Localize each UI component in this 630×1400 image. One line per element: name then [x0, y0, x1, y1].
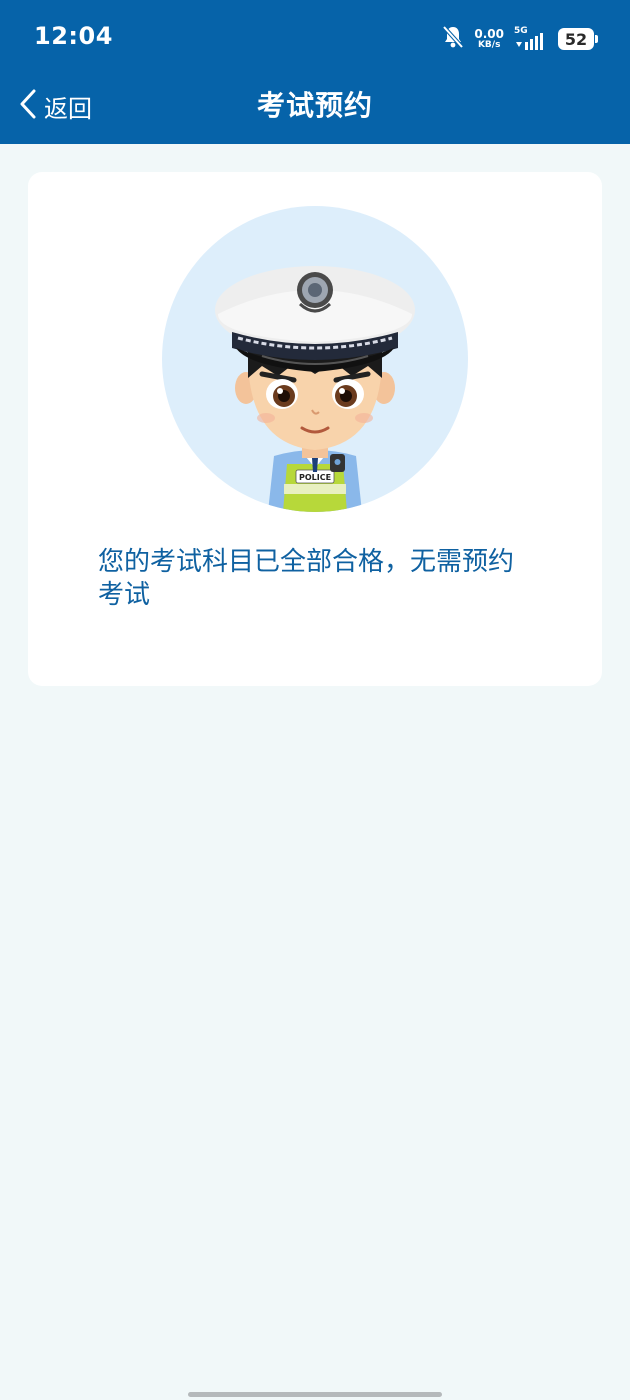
- status-time: 12:04: [34, 22, 113, 50]
- battery-level: 52: [564, 29, 588, 49]
- network-speed: 0.00 KB/s: [474, 28, 504, 50]
- exam-status-message: 您的考试科目已全部合格，无需预约考试: [98, 547, 515, 610]
- network-speed-unit: KB/s: [477, 40, 501, 50]
- home-indicator[interactable]: [188, 1392, 442, 1397]
- network-speed-value: 0.00: [474, 27, 504, 41]
- page-title: 考试预约: [256, 89, 373, 122]
- vest-badge-text: POLICE: [299, 473, 331, 482]
- police-officer-avatar: POLICE: [162, 206, 468, 512]
- mute-bell-icon: [442, 25, 464, 53]
- result-card: POLICE 您的考试科目已全部合格，无需预约考试: [28, 172, 602, 686]
- status-icons: 0.00 KB/s 5G 52: [442, 24, 598, 54]
- app-header: 12:04 0.00 KB/s 5G 52 返回 考试预约: [0, 0, 630, 144]
- signal-icon: 5G: [514, 26, 548, 52]
- battery-icon: 52: [558, 28, 598, 50]
